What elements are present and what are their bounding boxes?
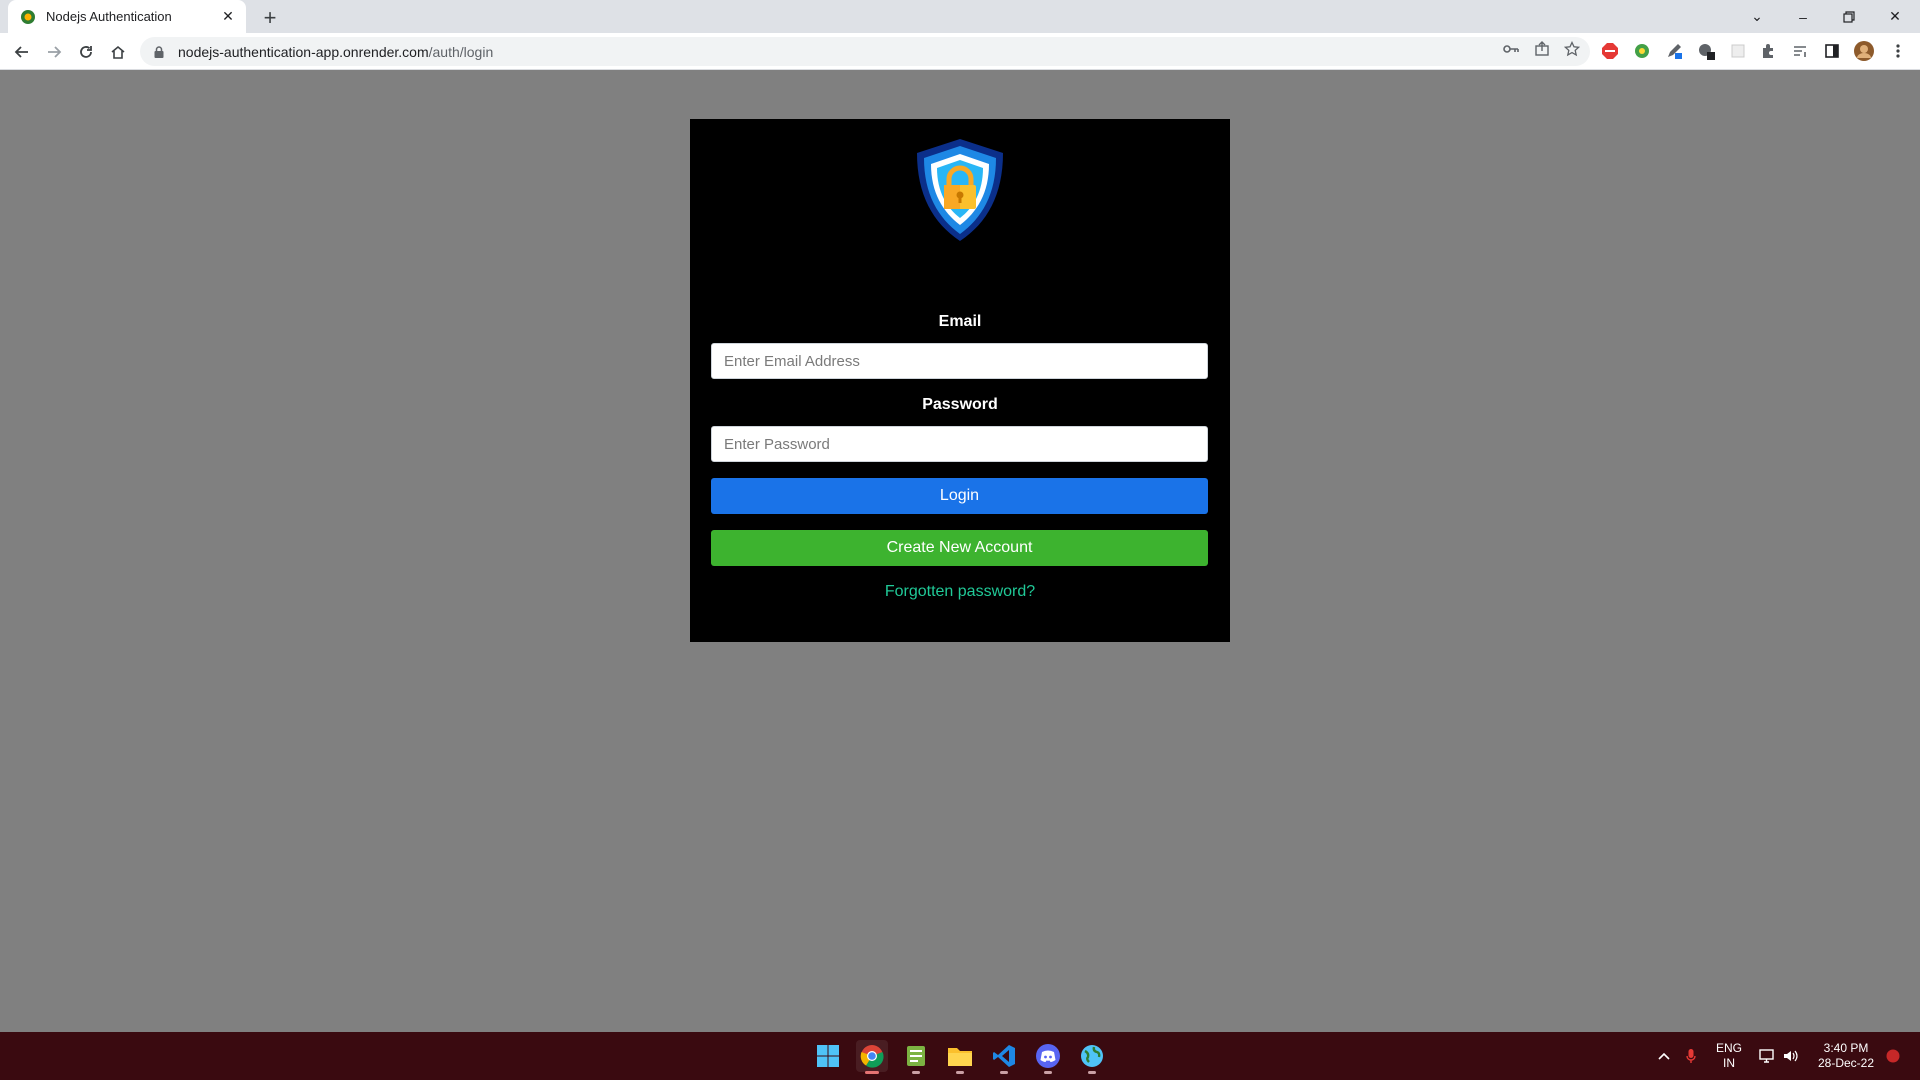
language-indicator[interactable]: ENG IN	[1712, 1041, 1746, 1071]
star-icon[interactable]	[1563, 40, 1581, 62]
vscode-indicator	[1000, 1071, 1008, 1074]
files-indicator	[956, 1071, 964, 1074]
language-line2: IN	[1723, 1056, 1735, 1070]
taskbar: ENG IN 3:40 PM 28-Dec-22	[0, 1032, 1920, 1080]
clock[interactable]: 3:40 PM 28-Dec-22	[1810, 1041, 1882, 1071]
minimize-button[interactable]: –	[1780, 0, 1826, 33]
back-icon[interactable]	[8, 38, 36, 66]
home-icon[interactable]	[104, 38, 132, 66]
profile-avatar[interactable]	[1854, 41, 1874, 61]
new-tab-button[interactable]: +	[258, 5, 282, 30]
email-placeholder: Enter Email Address	[724, 352, 860, 370]
notepad-icon[interactable]	[900, 1040, 932, 1074]
extension-globe-icon[interactable]	[1632, 41, 1652, 61]
notification-icon[interactable]	[1882, 1040, 1904, 1072]
globe-app-indicator	[1088, 1071, 1096, 1074]
password-field[interactable]: Enter Password	[711, 426, 1208, 462]
chrome-icon[interactable]	[856, 1040, 888, 1074]
extensions-icon[interactable]	[1758, 41, 1778, 61]
volume-icon[interactable]	[1780, 1040, 1802, 1072]
email-label: Email	[938, 313, 982, 330]
files-icon[interactable]	[944, 1040, 976, 1074]
microphone-icon[interactable]	[1680, 1040, 1702, 1072]
create-account-button[interactable]: Create New Account	[711, 530, 1208, 566]
language-line1: ENG	[1715, 1041, 1742, 1055]
globe-app-icon[interactable]	[1076, 1040, 1108, 1074]
clock-date: 28-Dec-22	[1817, 1056, 1875, 1070]
tab-strip: Nodejs Authentication ✕ + ⌄ – ✕	[0, 0, 1920, 33]
tab-active[interactable]: Nodejs Authentication ✕	[8, 0, 246, 33]
discord-indicator	[1044, 1071, 1052, 1074]
favicon-icon	[20, 9, 36, 25]
chrome-active-indicator	[865, 1071, 879, 1074]
address-bar[interactable]: nodejs-authentication-app.onrender.com/a…	[140, 37, 1590, 66]
url-host: nodejs-authentication-app.onrender.com	[178, 43, 429, 60]
notepad-indicator	[912, 1071, 920, 1074]
key-icon[interactable]	[1502, 42, 1520, 61]
create-account-label: Create New Account	[886, 539, 1033, 556]
tab-close-icon[interactable]: ✕	[218, 7, 238, 27]
restore-button[interactable]	[1826, 0, 1872, 33]
lock-icon[interactable]	[152, 45, 166, 59]
vscode-icon[interactable]	[988, 1040, 1020, 1074]
windows-start-icon[interactable]	[812, 1040, 844, 1072]
tray-chevron-icon[interactable]	[1652, 1040, 1676, 1072]
forward-icon[interactable]	[40, 38, 68, 66]
password-label: Password	[922, 396, 998, 413]
url-path: /auth/login	[428, 43, 494, 60]
extension-badge-icon[interactable]	[1696, 41, 1716, 61]
browser-toolbar: nodejs-authentication-app.onrender.com/a…	[0, 33, 1920, 70]
extension-blank-icon[interactable]	[1728, 41, 1748, 61]
tab-search-icon[interactable]: ⌄	[1734, 0, 1780, 33]
clock-time: 3:40 PM	[1823, 1041, 1869, 1055]
tab-title: Nodejs Authentication	[46, 9, 172, 24]
share-icon[interactable]	[1534, 41, 1550, 62]
forgot-password-link[interactable]: Forgotten password?	[690, 583, 1230, 601]
network-icon[interactable]	[1756, 1040, 1778, 1072]
password-placeholder: Enter Password	[724, 435, 830, 453]
reading-list-icon[interactable]	[1790, 41, 1810, 61]
shield-lock-logo	[913, 137, 1007, 243]
close-window-button[interactable]: ✕	[1872, 0, 1918, 33]
extension-pen-icon[interactable]	[1664, 41, 1684, 61]
reload-icon[interactable]	[72, 38, 100, 66]
menu-icon[interactable]	[1888, 41, 1908, 61]
login-card: Email Enter Email Address Password Enter…	[690, 119, 1230, 642]
login-button[interactable]: Login	[711, 478, 1208, 514]
email-field[interactable]: Enter Email Address	[711, 343, 1208, 379]
sidepanel-icon[interactable]	[1822, 41, 1842, 61]
discord-icon[interactable]	[1032, 1040, 1064, 1074]
login-button-label: Login	[939, 487, 980, 504]
url-text: nodejs-authentication-app.onrender.com/a…	[178, 44, 493, 60]
adblock-icon[interactable]	[1600, 41, 1620, 61]
